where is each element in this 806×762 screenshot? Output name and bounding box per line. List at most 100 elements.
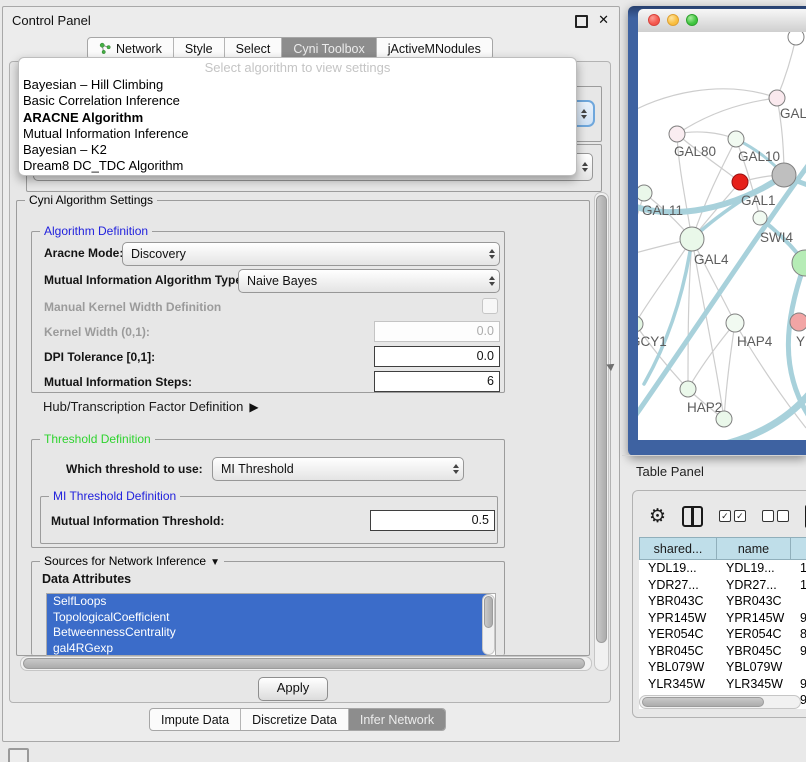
table-cell: YDR27... xyxy=(717,577,791,594)
node-label: GCY1 xyxy=(638,334,667,349)
network-node-gal11[interactable] xyxy=(638,185,652,201)
table-cell: 9. xyxy=(791,676,806,693)
table-horizontal-scrollbar[interactable] xyxy=(639,695,801,709)
table-row[interactable]: YPR145WYPR145W9. xyxy=(639,610,806,627)
table-row[interactable]: YBR043CYBR043C xyxy=(639,593,806,610)
network-edge xyxy=(677,98,777,134)
manual-kernel-width-checkbox[interactable] xyxy=(482,298,498,314)
network-node-gal4[interactable] xyxy=(680,227,704,251)
table-cell: YBL079W xyxy=(717,659,791,676)
algorithm-option[interactable]: ARACNE Algorithm xyxy=(23,110,572,126)
attributes-scrollbar-thumb[interactable] xyxy=(484,596,493,628)
minimized-panel-icon[interactable] xyxy=(8,748,29,762)
float-panel-icon[interactable] xyxy=(575,15,588,28)
table-row[interactable]: YBR045CYBR045C9. xyxy=(639,643,806,660)
table-hscroll-thumb[interactable] xyxy=(642,697,764,707)
network-node[interactable] xyxy=(772,163,796,187)
network-node-gal[interactable] xyxy=(769,90,785,106)
traffic-minimize-icon[interactable] xyxy=(667,14,679,26)
network-node[interactable] xyxy=(792,250,806,276)
settings-hscroll-thumb[interactable] xyxy=(23,658,585,669)
settings-vertical-scrollbar[interactable] xyxy=(594,192,609,671)
network-node-swi4[interactable] xyxy=(753,211,767,225)
data-attributes-label: Data Attributes xyxy=(42,572,131,586)
network-node[interactable] xyxy=(716,411,732,427)
network-canvas[interactable]: GALGAL80GAL10GAL1GAL11SWI4GAL4GCY1HAP4YH… xyxy=(638,32,806,440)
table-row[interactable]: YDL19...YDL19...13 xyxy=(639,560,806,577)
settings-horizontal-scrollbar[interactable] xyxy=(20,656,592,671)
network-node-y[interactable] xyxy=(790,313,806,331)
mi-algorithm-type-combo[interactable]: Naive Bayes xyxy=(238,269,500,293)
mi-steps-field[interactable]: 6 xyxy=(374,371,500,392)
gear-icon[interactable]: ⚙ xyxy=(649,507,666,526)
tab-label: Style xyxy=(185,42,213,56)
algorithm-option[interactable]: Bayesian – K2 xyxy=(23,142,572,158)
tab-jactivemnodules[interactable]: jActiveMNodules xyxy=(376,38,492,59)
manual-kernel-width-label: Manual Kernel Width Definition xyxy=(44,300,221,314)
table-row[interactable]: YER054CYER054C8. xyxy=(639,626,806,643)
network-node-hap2[interactable] xyxy=(680,381,696,397)
algorithm-option[interactable]: Basic Correlation Inference xyxy=(23,93,572,109)
network-node-gal80[interactable] xyxy=(669,126,685,142)
tab-label: Infer Network xyxy=(360,713,434,727)
table-row[interactable]: YLR345WYLR345W9. xyxy=(639,676,806,693)
tab-label: jActiveMNodules xyxy=(388,42,481,56)
tab-discretize-data[interactable]: Discretize Data xyxy=(240,709,348,730)
mi-algorithm-type-value: Naive Bayes xyxy=(247,274,489,288)
table-cell: 13 xyxy=(791,560,806,577)
settings-group-title: Cyni Algorithm Settings xyxy=(25,193,157,207)
table-row[interactable]: YDR27...YDR27...12 xyxy=(639,577,806,594)
network-node[interactable] xyxy=(788,32,804,45)
column-header-name[interactable]: name xyxy=(717,537,791,560)
aracne-mode-combo[interactable]: Discovery xyxy=(122,242,500,266)
tab-cyni-toolbox[interactable]: Cyni Toolbox xyxy=(281,38,375,59)
column-header-cut[interactable] xyxy=(791,537,806,560)
data-attribute-item[interactable]: gal4RGexp xyxy=(47,641,489,657)
tab-select[interactable]: Select xyxy=(224,38,282,59)
kernel-width-field[interactable]: 0.0 xyxy=(374,321,500,342)
mi-threshold-field[interactable]: 0.5 xyxy=(370,510,495,531)
control-panel-title: Control Panel xyxy=(12,13,91,28)
close-panel-icon[interactable]: ✕ xyxy=(598,12,609,28)
algorithm-option[interactable]: Bayesian – Hill Climbing xyxy=(23,77,572,93)
settings-vscroll-thumb[interactable] xyxy=(596,195,607,643)
network-window-titlebar[interactable] xyxy=(638,9,806,33)
traffic-zoom-icon[interactable] xyxy=(686,14,698,26)
network-node-gcy1[interactable] xyxy=(638,316,643,332)
select-all-icon[interactable]: ✓ ✓ xyxy=(719,510,746,522)
data-attribute-item[interactable]: TopologicalCoefficient xyxy=(47,610,489,626)
combo-stepper-icon xyxy=(453,464,459,474)
attributes-list-scrollbar[interactable] xyxy=(482,594,495,655)
network-node-hap4[interactable] xyxy=(726,314,744,332)
table-row[interactable]: YBL079WYBL079W xyxy=(639,659,806,676)
data-attribute-item[interactable]: SelfLoops xyxy=(47,594,489,610)
hub-definition-expander[interactable]: Hub/Transcription Factor Definition▶ xyxy=(43,399,259,414)
apply-button[interactable]: Apply xyxy=(258,677,328,701)
deselect-all-icon[interactable] xyxy=(762,510,789,522)
data-attribute-item[interactable]: BetweennessCentrality xyxy=(47,625,489,641)
algorithm-dropdown-popup: Select algorithm to view settings Bayesi… xyxy=(18,57,577,176)
data-attributes-list[interactable]: SelfLoopsTopologicalCoefficientBetweenne… xyxy=(46,593,496,656)
tab-style[interactable]: Style xyxy=(173,38,224,59)
algorithm-definition-title: Algorithm Definition xyxy=(40,224,152,238)
network-node-gal10[interactable] xyxy=(728,131,744,147)
columns-icon[interactable] xyxy=(682,506,703,527)
table-cell: 8. xyxy=(791,626,806,643)
table-cell: 9. xyxy=(791,643,806,660)
which-threshold-value: MI Threshold xyxy=(221,462,453,476)
column-header-shared...[interactable]: shared... xyxy=(639,537,717,560)
tab-network[interactable]: Network xyxy=(88,38,173,59)
traffic-close-icon[interactable] xyxy=(648,14,660,26)
algorithm-option[interactable]: Dream8 DC_TDC Algorithm xyxy=(23,158,572,174)
tab-impute-data[interactable]: Impute Data xyxy=(150,709,240,730)
tab-infer-network[interactable]: Infer Network xyxy=(348,709,445,730)
table-cell: YPR145W xyxy=(639,610,717,627)
network-node-gal1[interactable] xyxy=(732,174,748,190)
table-cell xyxy=(791,659,806,676)
algorithm-option[interactable]: Mutual Information Inference xyxy=(23,126,572,142)
which-threshold-combo[interactable]: MI Threshold xyxy=(212,457,464,481)
network-edge-highlighted xyxy=(638,160,806,432)
sources-title-text: Sources for Network Inference xyxy=(44,554,206,568)
dpi-tolerance-field[interactable]: 0.0 xyxy=(374,346,500,367)
node-label: GAL4 xyxy=(694,252,729,267)
